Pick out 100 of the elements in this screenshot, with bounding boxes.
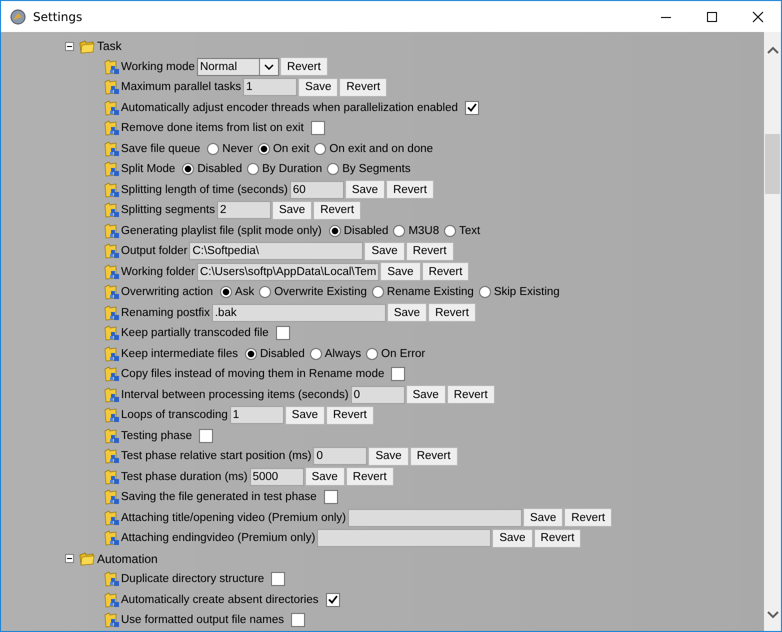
save-button[interactable]: Save	[344, 180, 386, 200]
input-field[interactable]: 0	[313, 447, 368, 466]
radio-button[interactable]	[393, 224, 406, 237]
radio-label[interactable]: Disabled	[344, 224, 388, 237]
scroll-up-icon[interactable]	[766, 46, 778, 54]
window-title: Settings	[33, 10, 82, 24]
revert-button[interactable]: Revert	[313, 200, 362, 220]
radio-button[interactable]	[259, 286, 272, 298]
input-field[interactable]: 60	[290, 180, 344, 199]
radio-button[interactable]	[366, 348, 378, 360]
save-button[interactable]: Save	[380, 262, 421, 282]
radio-label[interactable]: On exit	[272, 142, 310, 155]
radio-button[interactable]	[244, 348, 257, 360]
setting-label: Saving the file generated in test phase	[121, 491, 317, 504]
radio-label[interactable]: Always	[324, 348, 362, 360]
radio-label[interactable]: Disabled	[197, 163, 242, 176]
save-button[interactable]: Save	[406, 385, 446, 404]
checkbox[interactable]	[464, 100, 479, 115]
radio-label[interactable]: On Error	[381, 348, 426, 360]
scrollbar[interactable]	[764, 32, 781, 631]
input-field[interactable]: C:\Softpedia\	[189, 242, 364, 260]
radio-label[interactable]: Disabled	[260, 348, 305, 360]
radio-label[interactable]: On exit and on done	[329, 142, 434, 155]
revert-button[interactable]: Revert	[534, 528, 582, 548]
collapse-toggle-icon[interactable]	[65, 554, 74, 564]
checkbox[interactable]	[310, 121, 325, 136]
radio-button[interactable]	[327, 163, 340, 176]
folder-item-icon	[104, 161, 120, 178]
radio-button[interactable]	[182, 163, 194, 176]
radio-label[interactable]: Skip Existing	[494, 286, 560, 298]
save-button[interactable]: Save	[304, 467, 345, 486]
radio-label[interactable]: Ask	[235, 286, 254, 298]
radio-button[interactable]	[372, 286, 384, 298]
maximize-icon[interactable]	[706, 10, 718, 22]
checkbox[interactable]	[271, 572, 286, 586]
folder-item-icon	[104, 182, 120, 198]
revert-button[interactable]: Revert	[446, 385, 495, 404]
radio-button[interactable]	[328, 224, 341, 237]
setting-label: Working mode	[121, 60, 195, 73]
radio-button[interactable]	[310, 348, 322, 360]
input-field[interactable]	[348, 508, 522, 527]
save-button[interactable]: Save	[492, 528, 533, 548]
revert-button[interactable]: Revert	[406, 242, 454, 261]
checkbox[interactable]	[291, 613, 305, 628]
input-field[interactable]: 1	[243, 78, 298, 96]
radio-label[interactable]: Rename Existing	[386, 286, 474, 298]
close-icon[interactable]	[752, 10, 764, 22]
checkbox[interactable]	[391, 367, 406, 382]
radio-button[interactable]	[258, 142, 270, 155]
input-field[interactable]: C:\Users\softp\AppData\Local\Tem	[196, 262, 380, 281]
revert-button[interactable]: Revert	[339, 78, 388, 97]
save-button[interactable]: Save	[272, 200, 312, 220]
radio-button[interactable]	[444, 224, 456, 237]
radio-label[interactable]: Overwrite Existing	[274, 286, 367, 298]
scroll-thumb[interactable]	[765, 134, 780, 194]
save-button[interactable]: Save	[386, 303, 428, 322]
checkbox[interactable]	[326, 592, 340, 607]
radio-label[interactable]: Never	[222, 142, 253, 155]
input-field[interactable]	[317, 529, 492, 548]
input-field[interactable]: 2	[216, 201, 271, 220]
checkbox[interactable]	[324, 490, 338, 504]
radio-label[interactable]: M3U8	[408, 224, 440, 237]
checkbox[interactable]	[276, 326, 290, 340]
group-label[interactable]: Task	[97, 39, 122, 54]
save-button[interactable]: Save	[284, 406, 325, 425]
input-field[interactable]: 1	[230, 406, 284, 424]
revert-button[interactable]: Revert	[386, 180, 434, 200]
input-field[interactable]: 0	[350, 386, 405, 404]
setting-label: Test phase relative start position (ms)	[121, 450, 312, 462]
revert-button[interactable]: Revert	[564, 508, 612, 528]
setting-label: Generating playlist file (split mode only)	[121, 224, 322, 237]
setting-label: Test phase duration (ms)	[121, 470, 248, 483]
revert-button[interactable]: Revert	[422, 262, 470, 282]
radio-label[interactable]: Text	[459, 224, 480, 237]
radio-button[interactable]	[207, 142, 220, 155]
radio-button[interactable]	[220, 286, 232, 298]
radio-button[interactable]	[247, 163, 260, 176]
input-field[interactable]: 5000	[250, 468, 304, 486]
collapse-toggle-icon[interactable]	[65, 42, 74, 51]
setting-label: Split Mode	[121, 163, 176, 176]
save-button[interactable]: Save	[298, 78, 338, 97]
group-label[interactable]: Automation	[97, 552, 158, 566]
input-field[interactable]: .bak	[212, 304, 386, 322]
radio-label[interactable]: By Segments	[342, 163, 411, 176]
revert-button[interactable]: Revert	[410, 446, 458, 466]
save-button[interactable]: Save	[523, 508, 564, 528]
revert-button[interactable]: Revert	[346, 467, 394, 486]
scroll-down-icon[interactable]	[766, 611, 778, 619]
checkbox[interactable]	[198, 428, 213, 443]
revert-button[interactable]: Revert	[428, 303, 476, 322]
folder-item-icon	[104, 222, 120, 239]
revert-button[interactable]: Revert	[280, 57, 328, 76]
radio-button[interactable]	[478, 286, 491, 298]
radio-button[interactable]	[314, 142, 326, 155]
save-button[interactable]: Save	[368, 446, 409, 466]
radio-label[interactable]: By Duration	[262, 163, 322, 176]
save-button[interactable]: Save	[364, 242, 405, 261]
revert-button[interactable]: Revert	[326, 406, 374, 425]
folder-item-icon	[104, 284, 120, 300]
working-mode-dropdown[interactable]: Normal	[196, 58, 279, 76]
